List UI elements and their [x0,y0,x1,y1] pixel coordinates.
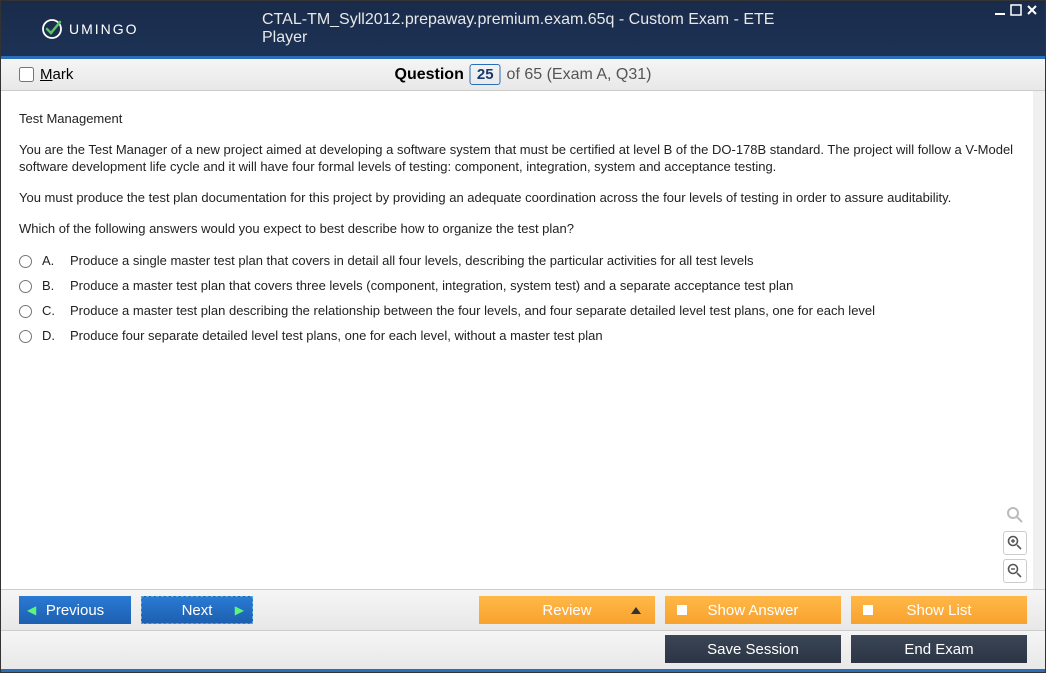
question-paragraph: You must produce the test plan documenta… [19,190,1015,207]
window-title: CTAL-TM_Syll2012.prepaway.premium.exam.6… [262,11,784,47]
arrow-right-icon: ▶ [235,603,244,617]
question-paragraph: Which of the following answers would you… [19,221,1015,238]
arrow-left-icon: ◀ [27,603,36,617]
option-text: Produce a master test plan describing th… [70,303,875,320]
maximize-icon[interactable] [1009,3,1023,17]
review-button[interactable]: Review [479,596,655,624]
logo: UMINGO [41,18,139,40]
next-button[interactable]: Next ▶ [141,596,253,624]
option-radio[interactable] [19,305,32,318]
option-letter: D. [42,328,60,345]
show-answer-button[interactable]: Show Answer [665,596,841,624]
app-window: UMINGO CTAL-TM_Syll2012.prepaway.premium… [0,0,1046,673]
bottom-accent [1,669,1045,672]
option-radio[interactable] [19,330,32,343]
option-row[interactable]: C. Produce a master test plan describing… [19,303,1015,320]
mark-label-text: Mark [40,66,73,83]
logo-icon [41,18,63,40]
zoom-in-icon [1007,535,1023,551]
zoom-reset-button[interactable] [1003,503,1027,527]
button-label: Review [542,602,591,619]
minimize-icon[interactable] [993,3,1007,17]
button-label: Show List [906,602,971,619]
zoom-out-button[interactable] [1003,559,1027,583]
question-content: Test Management You are the Test Manager… [1,91,1045,589]
zoom-controls [1003,503,1027,583]
zoom-in-button[interactable] [1003,531,1027,555]
square-icon [677,605,687,615]
mark-checkbox[interactable] [19,67,34,82]
option-radio[interactable] [19,280,32,293]
toolbar-row-2: Save Session End Exam [1,630,1045,669]
question-total: of 65 (Exam A, Q31) [507,66,652,84]
window-controls [993,3,1039,17]
option-text: Produce four separate detailed level tes… [70,328,603,345]
zoom-out-icon [1007,563,1023,579]
button-label: Save Session [707,641,799,658]
option-row[interactable]: B. Produce a master test plan that cover… [19,278,1015,295]
options-list: A. Produce a single master test plan tha… [19,253,1015,345]
question-paragraph: You are the Test Manager of a new projec… [19,142,1015,176]
option-row[interactable]: A. Produce a single master test plan tha… [19,253,1015,270]
option-letter: C. [42,303,60,320]
question-number: 25 [470,64,501,85]
toolbar-row-1: ◀ Previous Next ▶ Review Show Answer Sho… [1,589,1045,630]
option-text: Produce a single master test plan that c… [70,253,754,270]
previous-button[interactable]: ◀ Previous [19,596,131,624]
question-label: Question [395,66,464,84]
option-letter: A. [42,253,60,270]
button-label: Next [182,602,213,619]
option-row[interactable]: D. Produce four separate detailed level … [19,328,1015,345]
button-label: Show Answer [708,602,799,619]
option-text: Produce a master test plan that covers t… [70,278,793,295]
button-label: End Exam [904,641,973,658]
question-bar: Mark Question 25 of 65 (Exam A, Q31) [1,59,1045,91]
titlebar: UMINGO CTAL-TM_Syll2012.prepaway.premium… [1,1,1045,59]
question-category: Test Management [19,111,1015,128]
end-exam-button[interactable]: End Exam [851,635,1027,663]
option-radio[interactable] [19,255,32,268]
button-label: Previous [46,602,104,619]
option-letter: B. [42,278,60,295]
triangle-up-icon [631,607,641,614]
mark-checkbox-label[interactable]: Mark [19,66,73,83]
magnifier-icon [1006,506,1024,524]
save-session-button[interactable]: Save Session [665,635,841,663]
square-icon [863,605,873,615]
show-list-button[interactable]: Show List [851,596,1027,624]
logo-text: UMINGO [69,21,139,37]
question-indicator: Question 25 of 65 (Exam A, Q31) [395,64,652,85]
close-icon[interactable] [1025,3,1039,17]
